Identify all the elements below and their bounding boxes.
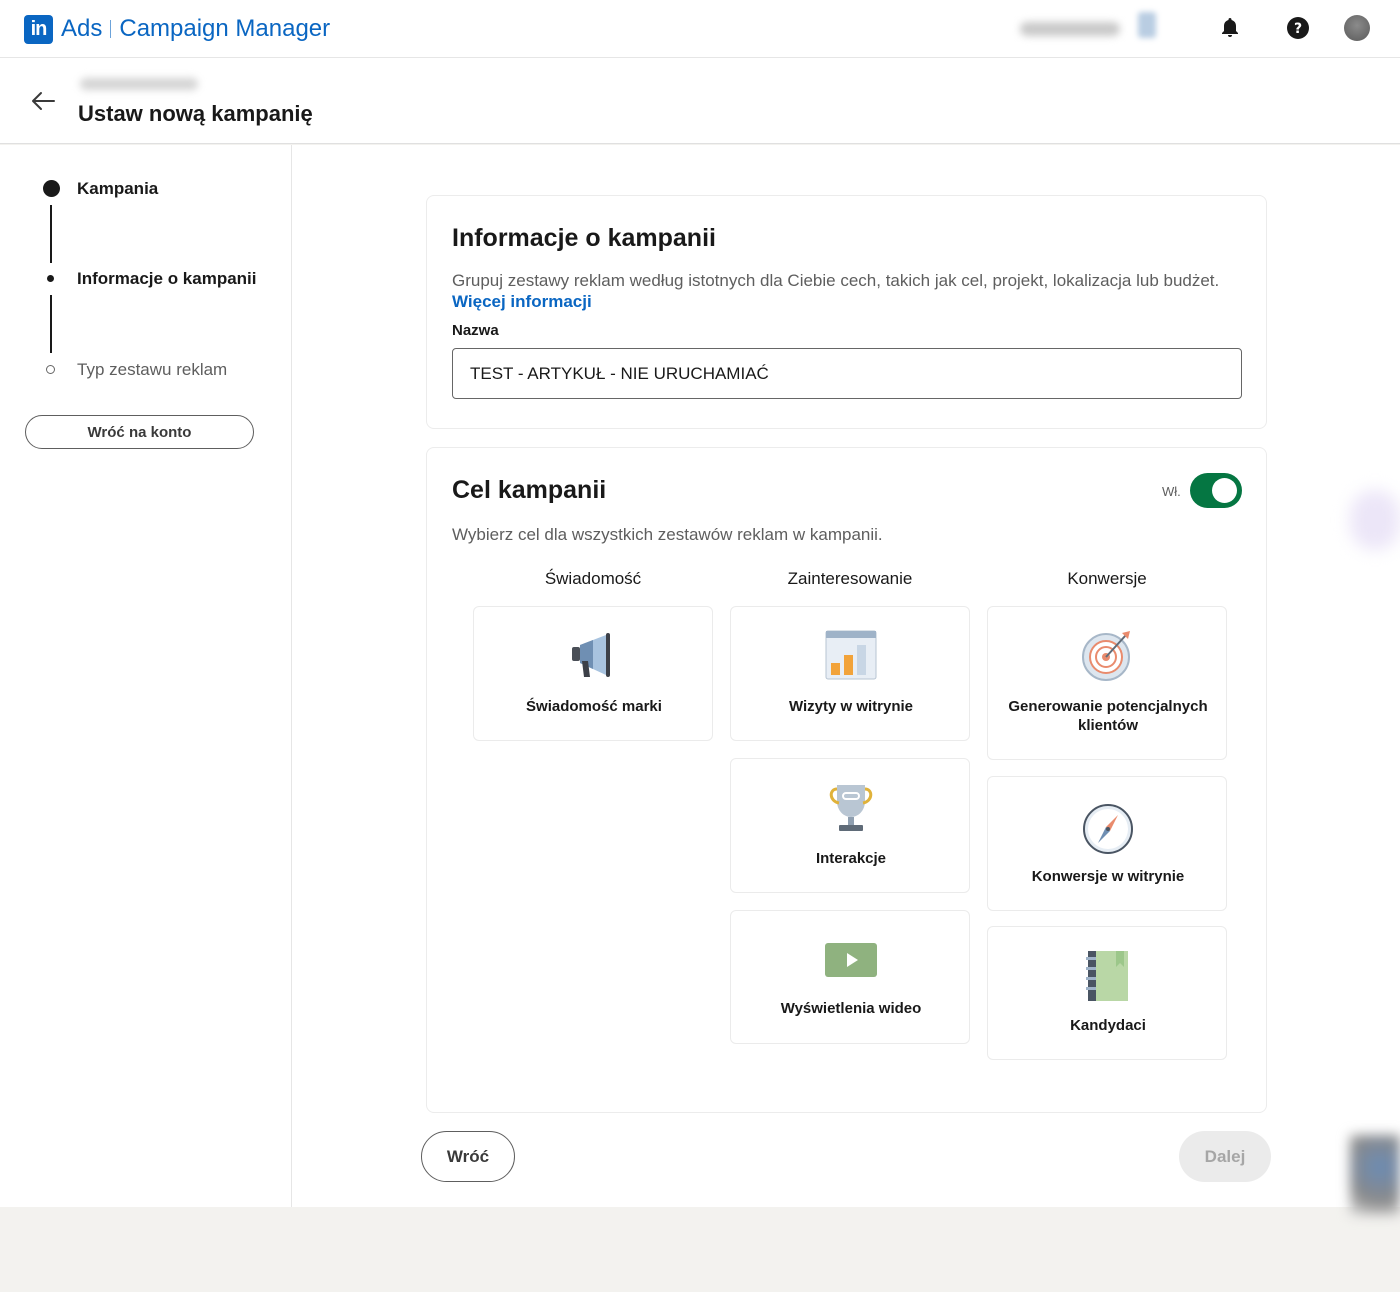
brand-name: Campaign Manager	[119, 15, 331, 42]
megaphone-icon	[568, 629, 620, 681]
svg-text:?: ?	[1294, 21, 1302, 37]
campaign-info-description: Grupuj zestawy reklam według istotnych d…	[452, 271, 1220, 290]
page-header: Ustaw nową kampanię	[0, 58, 1400, 144]
tile-label-lead-generation: Generowanie potencjalnych klientów	[1008, 698, 1208, 734]
objective-tile-job-applicants[interactable]: Kandydaci	[987, 926, 1227, 1060]
trophy-icon	[825, 781, 877, 833]
step-indicator-current	[43, 180, 60, 197]
target-icon	[1082, 629, 1134, 681]
page-footer-area	[0, 1207, 1400, 1292]
back-to-account-button[interactable]: Wróć na konto	[25, 415, 254, 449]
campaign-objective-card: Cel kampanii Wł. Wybierz cel dla wszystk…	[426, 447, 1267, 1113]
account-name-blurred	[80, 78, 198, 90]
side-widget-blurred	[1350, 490, 1400, 550]
campaign-info-title: Informacje o kampanii	[452, 224, 716, 252]
objective-tile-website-conversions[interactable]: Konwersje w witrynie	[987, 776, 1227, 911]
step-indicator-pending	[46, 365, 55, 374]
column-awareness-header: Świadomość	[544, 569, 642, 588]
objective-tile-engagement[interactable]: Interakcje	[730, 758, 970, 893]
top-navigation-bar: in Ads Campaign Manager ?	[0, 0, 1400, 58]
objective-tile-website-visits[interactable]: Wizyty w witrynie	[730, 606, 970, 741]
main-content: Informacje o kampanii Grupuj zestawy rek…	[292, 145, 1400, 1207]
account-badge-blurred	[1138, 12, 1156, 38]
step-connector	[50, 205, 52, 263]
step-indicator-sub	[47, 275, 54, 282]
video-play-icon	[825, 933, 877, 985]
chat-widget-blurred[interactable]	[1350, 1135, 1400, 1215]
objective-toggle[interactable]	[1190, 473, 1242, 508]
campaign-info-card: Informacje o kampanii Grupuj zestawy rek…	[426, 195, 1267, 429]
brand-separator	[110, 20, 112, 38]
tile-label-brand-awareness: Świadomość marki	[526, 698, 662, 715]
campaign-name-input[interactable]	[452, 348, 1242, 399]
step-label-campaign-info[interactable]: Informacje o kampanii	[77, 269, 257, 289]
bar-chart-icon	[825, 629, 877, 681]
back-arrow-icon[interactable]	[30, 88, 56, 114]
column-consideration-header: Zainteresowanie	[787, 569, 913, 588]
objective-tile-video-views[interactable]: Wyświetlenia wideo	[730, 910, 970, 1044]
name-field-label: Nazwa	[452, 322, 499, 339]
objective-tile-lead-generation[interactable]: Generowanie potencjalnych klientów	[987, 606, 1227, 760]
step-connector	[50, 295, 52, 353]
tile-label-job-applicants: Kandydaci	[1070, 1017, 1146, 1034]
back-button[interactable]: Wróć	[421, 1131, 515, 1182]
step-sidebar: Kampania Informacje o kampanii Typ zesta…	[0, 145, 292, 1207]
bell-icon[interactable]	[1217, 15, 1243, 41]
help-icon[interactable]: ?	[1285, 15, 1311, 41]
next-button[interactable]: Dalej	[1179, 1131, 1271, 1182]
more-info-link[interactable]: Więcej informacji	[452, 292, 592, 312]
account-selector-blurred[interactable]	[1020, 22, 1120, 36]
column-conversions-header: Konwersje	[1067, 569, 1147, 588]
step-label-ad-set-type[interactable]: Typ zestawu reklam	[77, 360, 227, 380]
linkedin-logo-icon: in	[24, 14, 53, 44]
step-label-campaign[interactable]: Kampania	[77, 179, 158, 199]
avatar[interactable]	[1344, 15, 1370, 41]
toggle-knob	[1212, 478, 1237, 503]
brand-ads-label: Ads	[61, 15, 103, 42]
page-title: Ustaw nową kampanię	[78, 101, 313, 126]
tile-label-video-views: Wyświetlenia wideo	[780, 1000, 922, 1017]
compass-icon	[1082, 803, 1134, 855]
brand-logo[interactable]: in Ads Campaign Manager	[24, 14, 330, 44]
tile-label-website-visits: Wizyty w witrynie	[788, 698, 914, 715]
notebook-icon	[1082, 949, 1134, 1001]
objective-tile-brand-awareness[interactable]: Świadomość marki	[473, 606, 713, 741]
tile-label-website-conversions: Konwersje w witrynie	[1031, 868, 1185, 885]
tile-label-engagement: Interakcje	[815, 850, 887, 867]
campaign-objective-description: Wybierz cel dla wszystkich zestawów rekl…	[452, 525, 883, 544]
campaign-objective-title: Cel kampanii	[452, 476, 607, 504]
toggle-state-label: Wł.	[1162, 484, 1181, 499]
